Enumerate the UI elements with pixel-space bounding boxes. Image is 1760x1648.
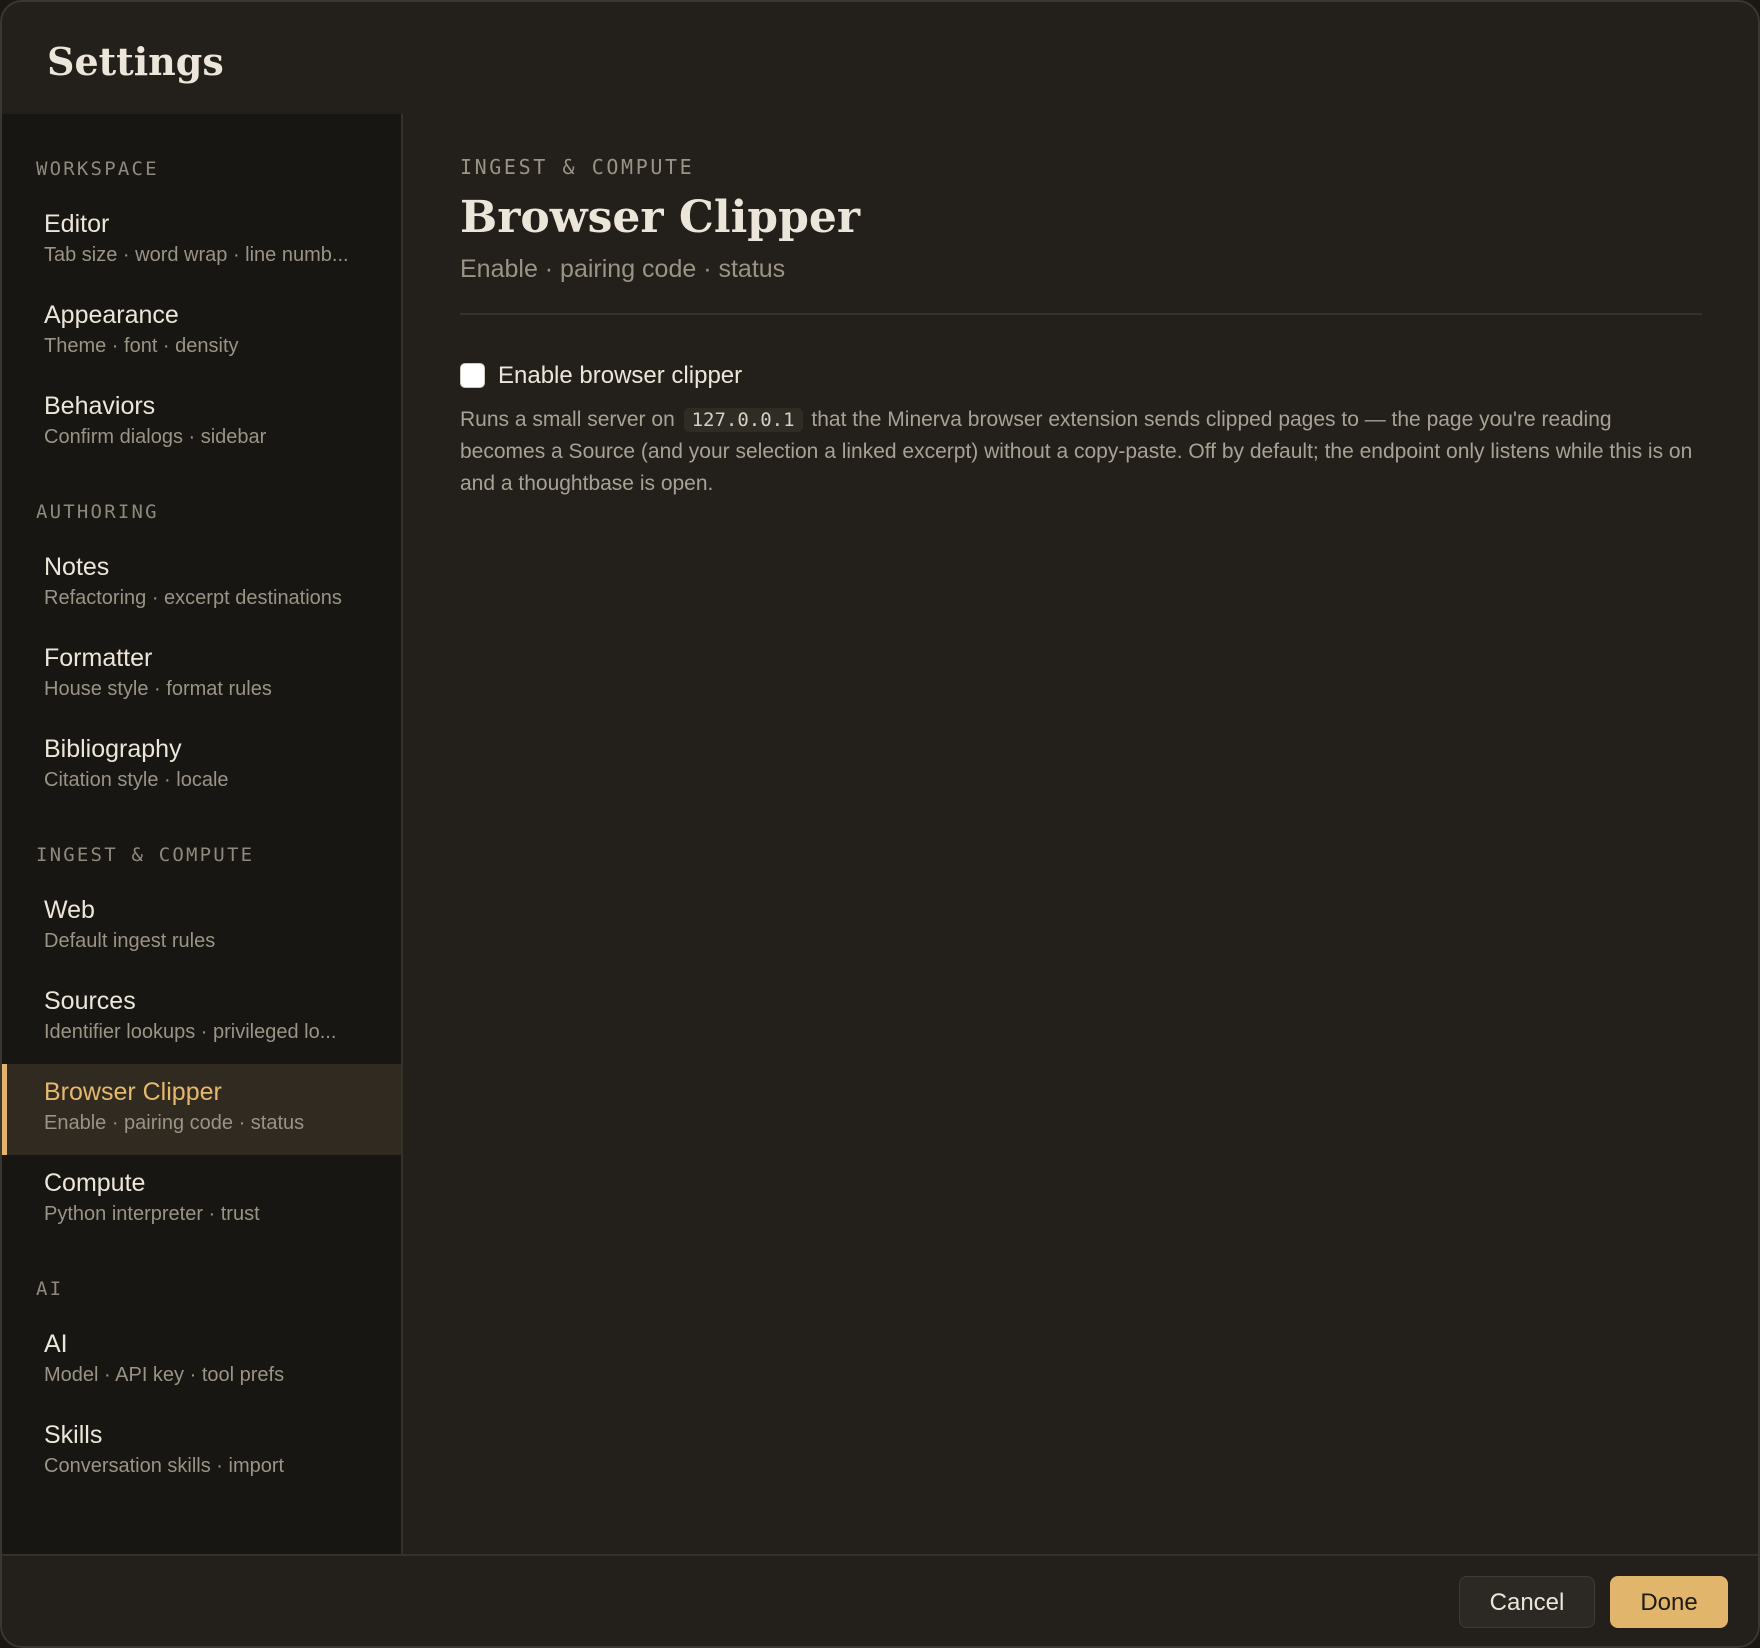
- sidebar-item-subtitle: Tab size · word wrap · line numb...: [44, 244, 349, 266]
- sidebar-item-bibliography[interactable]: Bibliography Citation style · locale: [2, 721, 401, 812]
- settings-sidebar: WORKSPACE Editor Tab size · word wrap · …: [2, 114, 403, 1554]
- server-address-code: 127.0.0.1: [683, 407, 803, 432]
- sidebar-item-behaviors[interactable]: Behaviors Confirm dialogs · sidebar: [2, 378, 401, 469]
- page-eyebrow: INGEST & COMPUTE: [460, 155, 695, 179]
- sidebar-item-sources[interactable]: Sources Identifier lookups · privileged …: [2, 973, 401, 1064]
- sidebar-item-notes[interactable]: Notes Refactoring · excerpt destinations: [2, 539, 401, 630]
- sidebar-item-title: Appearance: [44, 301, 179, 329]
- content-divider: [460, 312, 1702, 315]
- sidebar-item-title: Skills: [44, 1421, 103, 1449]
- settings-content: INGEST & COMPUTE Browser Clipper Enable …: [403, 114, 1758, 1554]
- sidebar-item-appearance[interactable]: Appearance Theme · font · density: [2, 287, 401, 378]
- page-title: Browser Clipper: [460, 192, 861, 243]
- sidebar-item-title: Editor: [44, 210, 110, 238]
- enable-clipper-row[interactable]: Enable browser clipper: [460, 360, 1702, 392]
- sidebar-item-web[interactable]: Web Default ingest rules: [2, 882, 401, 973]
- sidebar-item-formatter[interactable]: Formatter House style · format rules: [2, 630, 401, 721]
- section-label-ingest-compute: INGEST & COMPUTE: [36, 844, 255, 866]
- page-subtitle: Enable · pairing code · status: [460, 254, 786, 283]
- sidebar-item-browser-clipper[interactable]: Browser Clipper Enable · pairing code · …: [2, 1064, 401, 1155]
- dialog-footer: Cancel Done: [2, 1554, 1758, 1646]
- sidebar-item-subtitle: Conversation skills · import: [44, 1455, 285, 1477]
- done-button[interactable]: Done: [1610, 1576, 1728, 1628]
- sidebar-item-compute[interactable]: Compute Python interpreter · trust: [2, 1155, 401, 1246]
- sidebar-section-ai: AI AI Model · API key · tool prefs Skill…: [2, 1246, 401, 1498]
- sidebar-section-workspace: WORKSPACE Editor Tab size · word wrap · …: [2, 114, 401, 469]
- sidebar-section-authoring: AUTHORING Notes Refactoring · excerpt de…: [2, 469, 401, 812]
- sidebar-item-title: Notes: [44, 553, 110, 581]
- cancel-button[interactable]: Cancel: [1459, 1576, 1595, 1628]
- sidebar-item-subtitle: Theme · font · density: [44, 335, 239, 357]
- dialog-title: Settings: [47, 39, 224, 84]
- sidebar-item-subtitle: Confirm dialogs · sidebar: [44, 426, 267, 448]
- sidebar-item-subtitle: Identifier lookups · privileged lo...: [44, 1021, 337, 1043]
- settings-dialog: Settings WORKSPACE Editor Tab size · wor…: [0, 0, 1760, 1648]
- enable-clipper-option: Enable browser clipper Runs a small serv…: [460, 360, 1702, 500]
- description-text-before: Runs a small server on: [460, 407, 675, 431]
- sidebar-item-title: Behaviors: [44, 392, 156, 420]
- enable-clipper-description: Runs a small server on 127.0.0.1 that th…: [460, 404, 1702, 500]
- sidebar-item-subtitle: Default ingest rules: [44, 930, 216, 952]
- sidebar-item-skills[interactable]: Skills Conversation skills · import: [2, 1407, 401, 1498]
- sidebar-item-title: Web: [44, 896, 95, 924]
- sidebar-item-title: Compute: [44, 1169, 146, 1197]
- sidebar-item-ai[interactable]: AI Model · API key · tool prefs: [2, 1316, 401, 1407]
- enable-clipper-checkbox[interactable]: [460, 363, 485, 389]
- sidebar-item-subtitle: Model · API key · tool prefs: [44, 1364, 285, 1386]
- sidebar-item-title: Sources: [44, 987, 136, 1015]
- sidebar-item-subtitle: Python interpreter · trust: [44, 1203, 260, 1225]
- enable-clipper-label: Enable browser clipper: [498, 361, 743, 389]
- sidebar-item-subtitle: Enable · pairing code · status: [44, 1112, 305, 1134]
- sidebar-item-editor[interactable]: Editor Tab size · word wrap · line numb.…: [2, 196, 401, 287]
- sidebar-item-subtitle: House style · format rules: [44, 678, 272, 700]
- sidebar-item-title: Formatter: [44, 644, 153, 672]
- section-label-workspace: WORKSPACE: [36, 158, 159, 180]
- sidebar-item-subtitle: Citation style · locale: [44, 769, 229, 791]
- dialog-header: Settings: [2, 2, 1758, 114]
- sidebar-item-title: Browser Clipper: [44, 1078, 222, 1106]
- sidebar-section-ingest-compute: INGEST & COMPUTE Web Default ingest rule…: [2, 812, 401, 1246]
- sidebar-item-title: AI: [44, 1330, 68, 1358]
- section-label-ai: AI: [36, 1278, 64, 1300]
- section-label-authoring: AUTHORING: [36, 501, 159, 523]
- sidebar-item-title: Bibliography: [44, 735, 182, 763]
- sidebar-item-subtitle: Refactoring · excerpt destinations: [44, 587, 342, 609]
